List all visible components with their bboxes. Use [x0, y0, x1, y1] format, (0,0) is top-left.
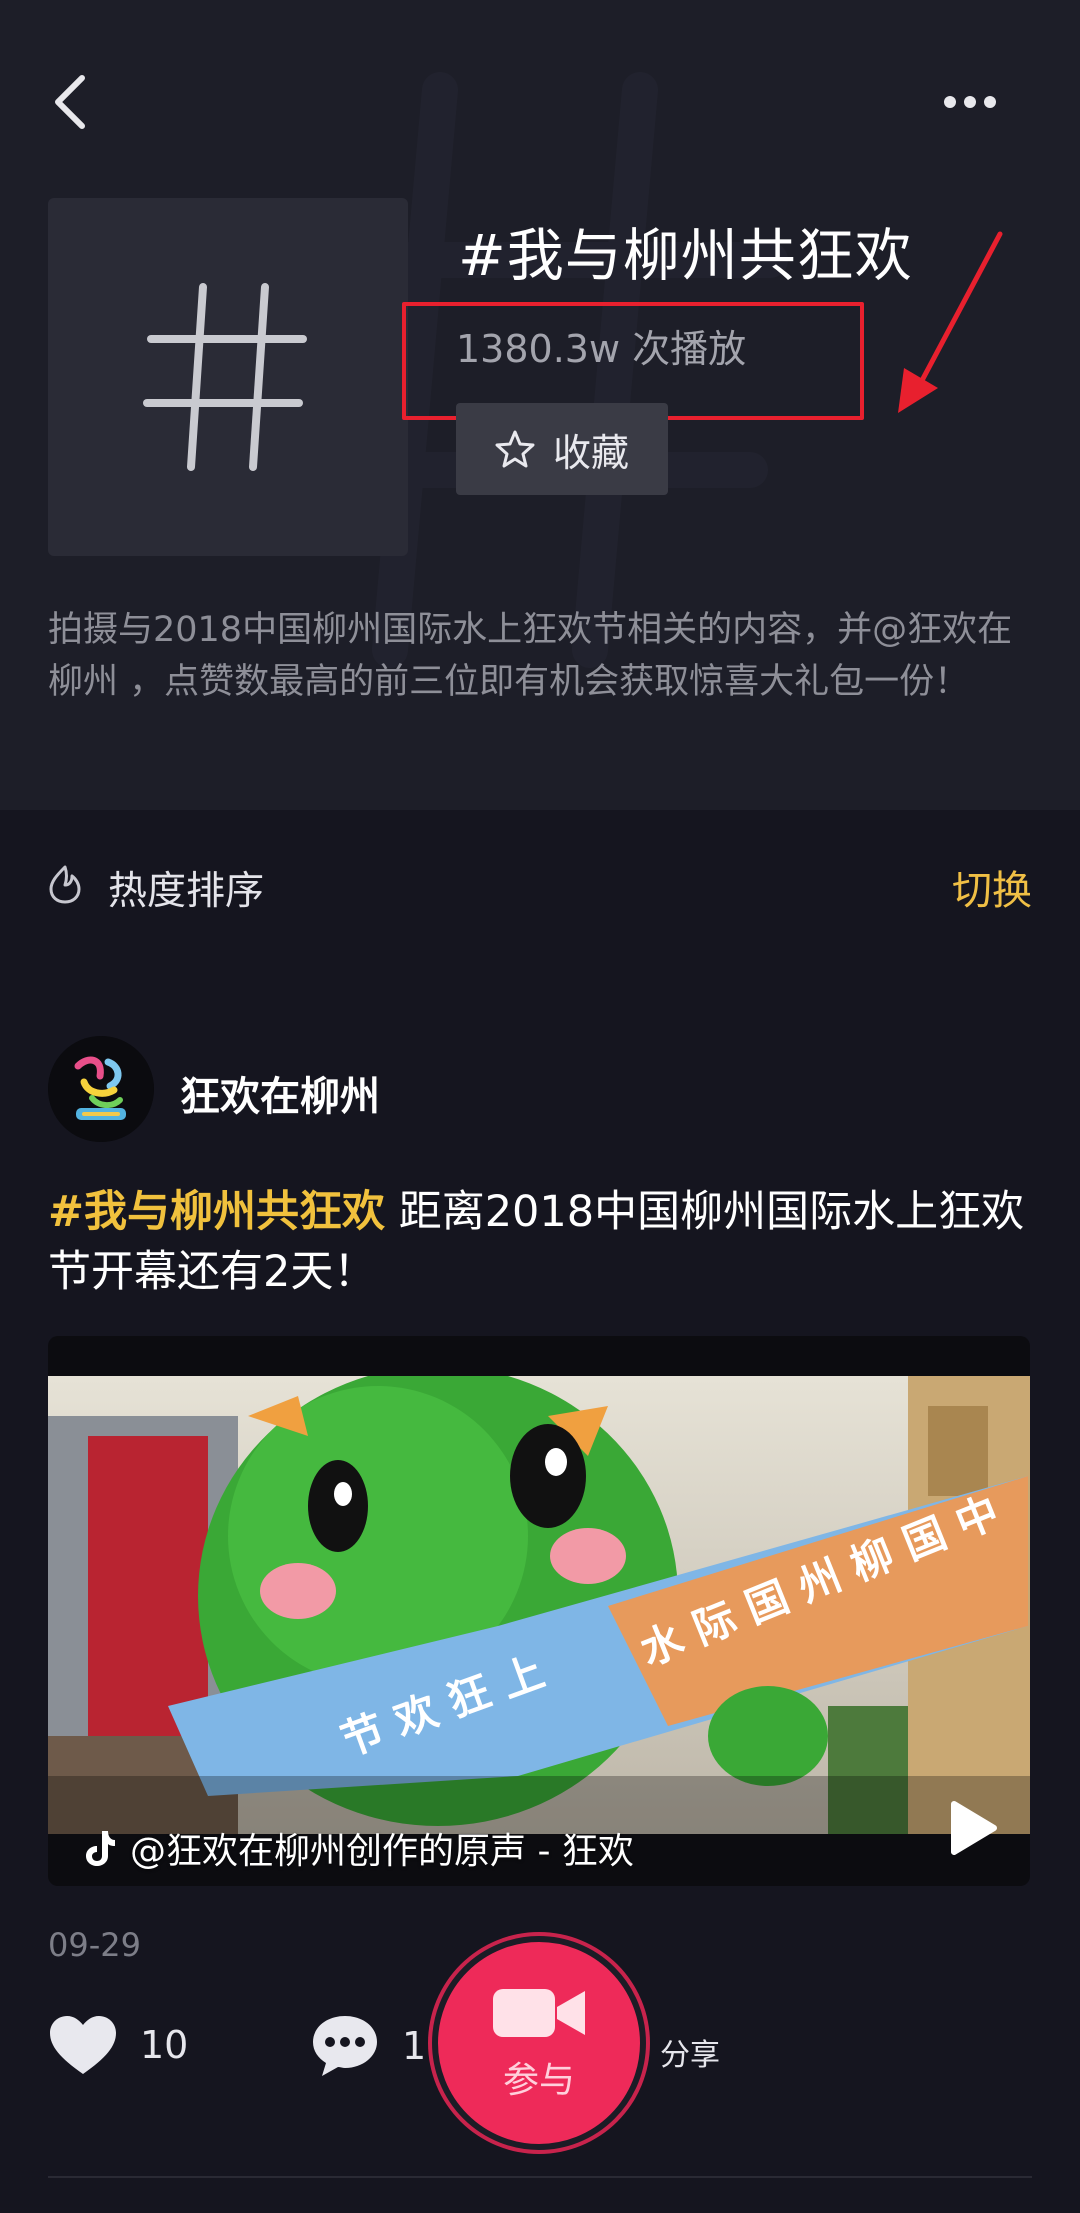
topic-header: #我与柳州共狂欢 1380.3w 次播放 收藏 拍摄与2018中国柳州国际水上狂…	[0, 0, 1080, 810]
more-dot-icon	[984, 96, 996, 108]
caption-hashtag-link[interactable]: #我与柳州共狂欢	[48, 1187, 385, 1237]
switch-sort-button[interactable]: 切换	[952, 858, 1032, 916]
sort-label: 热度排序	[108, 869, 265, 914]
tiktok-note-icon	[86, 1831, 115, 1866]
back-icon	[55, 75, 85, 129]
video-camera-icon	[493, 1989, 585, 2037]
play-icon[interactable]	[944, 1798, 1000, 1858]
post-caption: #我与柳州共狂欢 距离2018中国柳州国际水上狂欢节开幕还有2天！	[48, 1182, 1038, 1302]
collect-button[interactable]: 收藏	[456, 403, 668, 495]
music-row[interactable]: @狂欢在柳州创作的原声 - 狂欢	[82, 1822, 634, 1874]
flame-icon	[49, 865, 81, 904]
heart-icon	[50, 2016, 116, 2074]
share-label: 分享	[660, 2038, 720, 2073]
more-dot-icon	[964, 96, 976, 108]
like-button[interactable]: 10	[48, 2014, 188, 2076]
more-dot-icon	[944, 96, 956, 108]
festival-logo-icon	[48, 1036, 154, 1142]
collect-label: 收藏	[552, 430, 629, 475]
comment-button[interactable]: 1	[310, 2014, 426, 2078]
star-icon	[495, 430, 535, 468]
post-date: 09-29	[48, 1926, 141, 1964]
comment-icon	[313, 2016, 377, 2076]
author-avatar[interactable]	[48, 1036, 154, 1142]
sort-bar: 热度排序 切换	[0, 840, 1080, 930]
music-label: @狂欢在柳州创作的原声 - 狂欢	[130, 1831, 634, 1872]
bottom-divider	[48, 2176, 1032, 2178]
topic-description: 拍摄与2018中国柳州国际水上狂欢节相关的内容，并@狂欢在柳州 ，点赞数最高的前…	[48, 610, 1013, 702]
annotation-arrow-icon	[898, 231, 1003, 413]
comment-count: 1	[402, 2024, 427, 2068]
topic-cover	[48, 198, 408, 556]
more-button[interactable]	[920, 72, 1020, 132]
join-button[interactable]: 参与	[432, 1936, 646, 2150]
video-card[interactable]: 节 欢 狂 上 水 际 国 州 柳 国 中 @狂欢在柳州创作的原声 - 狂欢	[48, 1336, 1030, 1886]
author-name[interactable]: 狂欢在柳州	[180, 1064, 380, 1122]
topic-title: #我与柳州共狂欢	[458, 223, 913, 289]
topic-page: #我与柳州共狂欢 1380.3w 次播放 收藏 拍摄与2018中国柳州国际水上狂…	[0, 0, 1080, 2213]
like-count: 10	[140, 2023, 189, 2067]
video-thumbnail: 节 欢 狂 上 水 际 国 州 柳 国 中	[48, 1376, 1030, 1834]
join-label: 参与	[502, 2060, 575, 2101]
back-button[interactable]	[40, 62, 100, 142]
share-button[interactable]: 分享	[660, 2030, 720, 2074]
hashtag-icon	[143, 283, 307, 471]
